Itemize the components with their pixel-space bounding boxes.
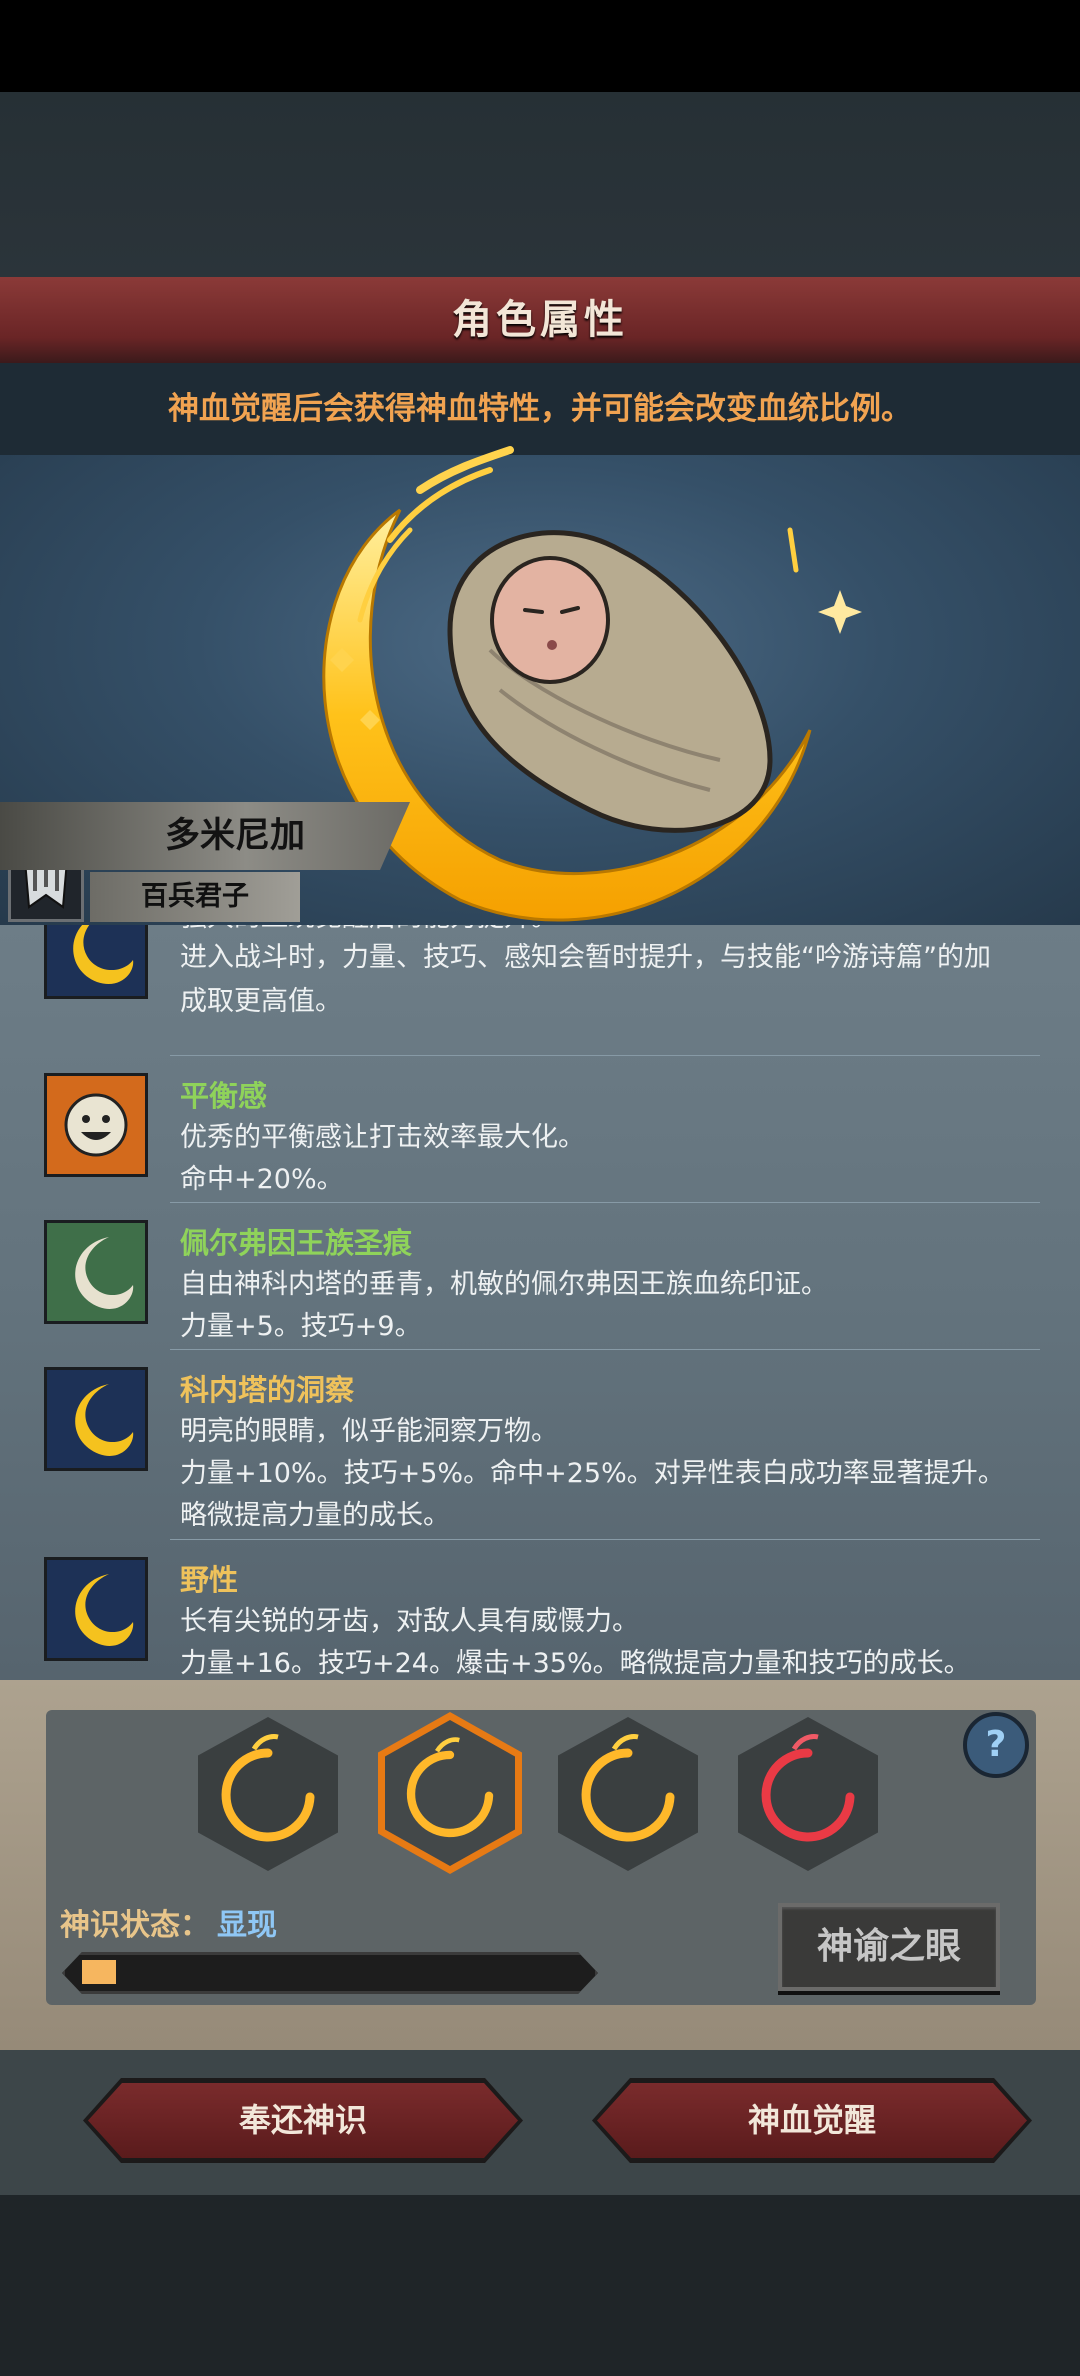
return-divine-label: 奉还神识 xyxy=(238,2101,367,2139)
trait-line: 成取更高值。 xyxy=(180,986,342,1017)
divider xyxy=(170,1349,1040,1350)
return-divine-button[interactable]: 奉还神识 xyxy=(88,2083,518,2158)
trait-list[interactable]: 强大的血统觉醒后的能力提升。 进入战斗时，力量、技巧、感知会暂时提升，与技能“吟… xyxy=(0,925,1080,1680)
divider xyxy=(170,1055,1040,1056)
trait-line: 力量+5。技巧+9。 xyxy=(180,1311,422,1342)
oracle-eye-button[interactable]: 神谕之眼 xyxy=(778,1903,1000,1991)
character-title: 百兵君子 xyxy=(141,881,249,912)
character-name-plate: 多米尼加 xyxy=(0,802,410,870)
golden-crescent-icon xyxy=(44,925,148,999)
trait-name: 野性 xyxy=(180,1563,239,1597)
trait-line: 长有尖锐的牙齿，对敌人具有威慑力。 xyxy=(180,1606,639,1637)
trait-line: 力量+16。技巧+24。爆击+35%。略微提高力量和技巧的成长。 xyxy=(180,1648,971,1679)
trait-line: 优秀的平衡感让打击效率最大化。 xyxy=(180,1122,585,1153)
help-icon[interactable]: ? xyxy=(963,1712,1029,1778)
trait-line: 命中+20%。 xyxy=(180,1164,344,1195)
divine-awaken-label: 神血觉醒 xyxy=(747,2101,876,2139)
trait-line: 略微提高力量的成长。 xyxy=(180,1500,450,1531)
trait-item: 强大的血统觉醒后的能力提升。 进入战斗时，力量、技巧、感知会暂时提升，与技能“吟… xyxy=(40,925,1050,1035)
divine-awaken-button[interactable]: 神血觉醒 xyxy=(597,2083,1027,2158)
trait-line: 进入战斗时，力量、技巧、感知会暂时提升，与技能“吟游诗篇”的加 xyxy=(180,942,991,973)
trait-line: 强大的血统觉醒后的能力提升。 xyxy=(180,925,558,934)
upper-background xyxy=(0,92,1080,277)
character-title-plate: 百兵君子 xyxy=(90,872,300,922)
character-name: 多米尼加 xyxy=(165,816,306,856)
status-bar xyxy=(0,0,1080,92)
trait-name: 佩尔弗因王族圣痕 xyxy=(180,1226,413,1260)
navigation-area xyxy=(0,2195,1080,2376)
oracle-eye-label: 神谕之眼 xyxy=(816,1926,961,1967)
status-label: 神识状态： xyxy=(60,1908,210,1943)
trait-name: 平衡感 xyxy=(180,1079,268,1113)
trait-name: 科内塔的洞察 xyxy=(180,1373,355,1407)
divider xyxy=(170,1539,1040,1540)
golden-crescent-icon xyxy=(44,1557,148,1661)
white-crescent-icon xyxy=(44,1220,148,1324)
page-title: 角色属性 xyxy=(452,297,628,343)
trait-line: 自由神科内塔的垂青，机敏的佩尔弗因王族血统印证。 xyxy=(180,1269,828,1300)
title-bar: 角色属性 xyxy=(0,277,1080,366)
golden-crescent-icon xyxy=(44,1367,148,1471)
trait-line: 力量+10%。技巧+5%。命中+25%。对异性表白成功率显著提升。 xyxy=(180,1458,1005,1489)
awareness-progress-fill xyxy=(82,1960,116,1984)
swaddled-baby-icon xyxy=(447,530,773,833)
divider xyxy=(170,1202,1040,1203)
trait-line: 明亮的眼睛，似乎能洞察万物。 xyxy=(180,1416,558,1447)
awareness-progress-bar xyxy=(62,1952,598,1994)
smiling-sun-icon xyxy=(44,1073,148,1177)
status-value: 显现 xyxy=(217,1908,277,1943)
